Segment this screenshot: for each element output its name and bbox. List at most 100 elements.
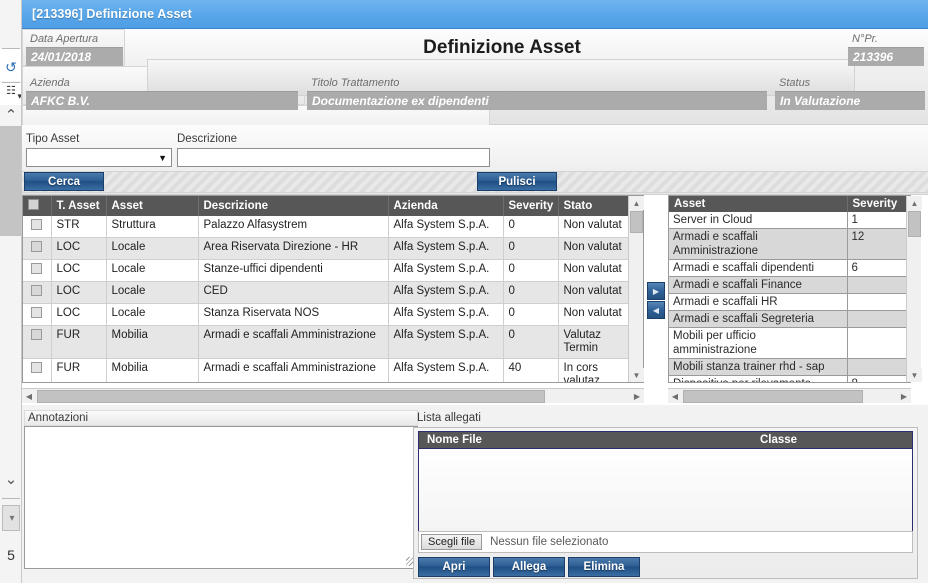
list-item[interactable]: Mobili per ufficio amministrazione [669,327,910,359]
field-value: In Valutazione [775,91,925,110]
row-checkbox[interactable] [31,362,43,373]
search-button[interactable]: Cerca [24,172,104,191]
table-row[interactable]: FUR Mobilia Armadi e scaffali Amministra… [23,325,629,359]
asset-grid-vscrollbar[interactable]: ▲ ▼ [628,196,644,382]
record-header: Definizione Asset Data Apertura 24/01/20… [22,29,928,183]
field-titolo-trattamento: Titolo Trattamento Documentazione ex dip… [307,75,767,110]
application-window: ↺ ☷ ▾ ⌃ ⌄ ▾ 5 [213396] Definizione Asset… [0,0,928,583]
cell-asset: Mobili per ufficio amministrazione [669,327,848,359]
cell-asset: Struttura [106,216,199,238]
scroll-down-arrow[interactable]: ▼ [907,368,922,382]
scroll-thumb[interactable] [908,211,921,237]
scroll-thumb[interactable] [37,390,545,403]
choose-file-button[interactable]: Scegli file [421,534,483,550]
scroll-thumb[interactable] [683,390,863,403]
col-asset[interactable]: Asset [106,196,199,216]
remove-asset-button[interactable]: ◀ [647,301,665,319]
cell-asset: Armadi e scaffali Finance [669,276,848,294]
table-row[interactable]: LOC Locale Stanza Riservata NOS Alfa Sys… [23,303,629,326]
scrollbar-thumb-vertical[interactable] [0,126,21,236]
col-severity[interactable]: Severity [503,196,559,216]
col-nome-file[interactable]: Nome File [427,434,482,446]
col-stato[interactable]: Stato [558,196,629,216]
col-descrizione[interactable]: Descrizione [198,196,389,216]
scroll-up-arrow[interactable]: ▲ [907,196,922,210]
clear-button[interactable]: Pulisci [477,172,557,191]
asset-grid-hscrollbar[interactable]: ◀ ▶ [22,388,644,403]
delete-attachment-button[interactable]: Elimina [568,557,640,577]
row-select-cell[interactable] [23,259,52,282]
attachments-grid-body[interactable] [418,449,913,531]
cell-severity: 40 [503,358,559,382]
table-row[interactable]: FUR Mobilia Armadi e scaffali Amministra… [23,358,629,382]
cell-tipo: FUR [51,325,107,359]
row-checkbox[interactable] [31,329,43,340]
row-checkbox[interactable] [31,219,43,230]
cell-stato: Valutaz Termin [558,325,629,359]
scroll-up-arrow[interactable]: ▲ [629,196,644,210]
row-select-cell[interactable] [23,303,52,326]
bottom-section: Annotazioni Lista allegati Nome File Cla… [22,405,928,583]
row-select-cell[interactable] [23,216,52,238]
descrizione-input[interactable] [177,148,490,167]
list-item[interactable]: Mobili stanza trainer rhd - sap [669,358,910,376]
cell-asset: Locale [106,237,199,260]
cell-stato: Non valutat [558,259,629,282]
back-icon[interactable]: ↺ [0,60,21,74]
field-status: Status In Valutazione [775,75,925,110]
cell-asset: Mobilia [106,358,199,382]
select-all-header[interactable] [23,196,52,216]
scroll-left-arrow[interactable]: ◀ [668,389,682,404]
annotations-textarea-wrapper[interactable] [24,426,418,569]
list-item[interactable]: Armadi e scaffali Amministrazione 12 [669,228,910,260]
col-azienda[interactable]: Azienda [388,196,504,216]
list-item[interactable]: Dispositivo per rilevamento ingressi sed… [669,375,910,382]
list-item[interactable]: Armadi e scaffali dipendenti 6 [669,259,910,277]
scroll-right-arrow[interactable]: ▶ [630,389,644,404]
page-number-label: 5 [7,547,15,563]
open-attachment-button[interactable]: Apri [418,557,490,577]
chevron-down-icon[interactable]: ⌄ [0,472,21,487]
col-tipo-asset[interactable]: T. Asset [51,196,107,216]
list-item[interactable]: Armadi e scaffali Segreteria [669,310,910,328]
dropdown-button[interactable]: ▾ [2,505,20,531]
annotations-textarea[interactable] [25,427,417,568]
table-row[interactable]: LOC Locale Stanze-uffici dipendenti Alfa… [23,259,629,282]
table-row[interactable]: LOC Locale Area Riservata Direzione - HR… [23,237,629,260]
table-row[interactable]: STR Struttura Palazzo Alfasystrem Alfa S… [23,216,629,238]
row-checkbox[interactable] [31,241,43,252]
row-select-cell[interactable] [23,358,52,382]
row-checkbox[interactable] [31,263,43,274]
col-severity[interactable]: Severity [847,196,910,212]
add-asset-button[interactable]: ▶ [647,282,665,300]
attachments-panel: Nome File Classe Scegli file Nessun file… [413,427,918,579]
row-select-cell[interactable] [23,325,52,359]
col-classe[interactable]: Classe [760,434,797,446]
row-checkbox[interactable] [31,307,43,318]
scroll-right-arrow[interactable]: ▶ [897,389,911,404]
chevron-up-icon[interactable]: ⌃ [0,108,21,123]
row-select-cell[interactable] [23,237,52,260]
cell-severity: 8 [847,375,910,382]
file-chooser-row[interactable]: Scegli file Nessun file selezionato [418,531,913,553]
cell-stato: Non valutat [558,281,629,304]
selected-list-hscrollbar[interactable]: ◀ ▶ [668,388,911,403]
chevron-down-small-icon[interactable]: ▾ [6,92,21,101]
scroll-left-arrow[interactable]: ◀ [22,389,36,404]
list-item[interactable]: Armadi e scaffali HR [669,293,910,311]
list-item[interactable]: Server in Cloud 1 [669,212,910,229]
chevron-down-icon: ▼ [158,152,167,163]
scroll-down-arrow[interactable]: ▼ [629,368,644,382]
attach-file-button[interactable]: Allega [493,557,565,577]
row-checkbox[interactable] [31,285,43,296]
scroll-thumb[interactable] [630,211,643,233]
table-row[interactable]: LOC Locale CED Alfa System S.p.A. 0 Non … [23,281,629,304]
row-select-cell[interactable] [23,281,52,304]
tipo-asset-select[interactable]: ▼ [26,148,172,167]
select-all-checkbox[interactable] [28,199,39,210]
cell-azienda: Alfa System S.p.A. [388,358,504,382]
cell-asset: Locale [106,259,199,282]
col-asset[interactable]: Asset [669,196,848,212]
selected-list-vscrollbar[interactable]: ▲ ▼ [906,196,922,382]
list-item[interactable]: Armadi e scaffali Finance [669,276,910,294]
